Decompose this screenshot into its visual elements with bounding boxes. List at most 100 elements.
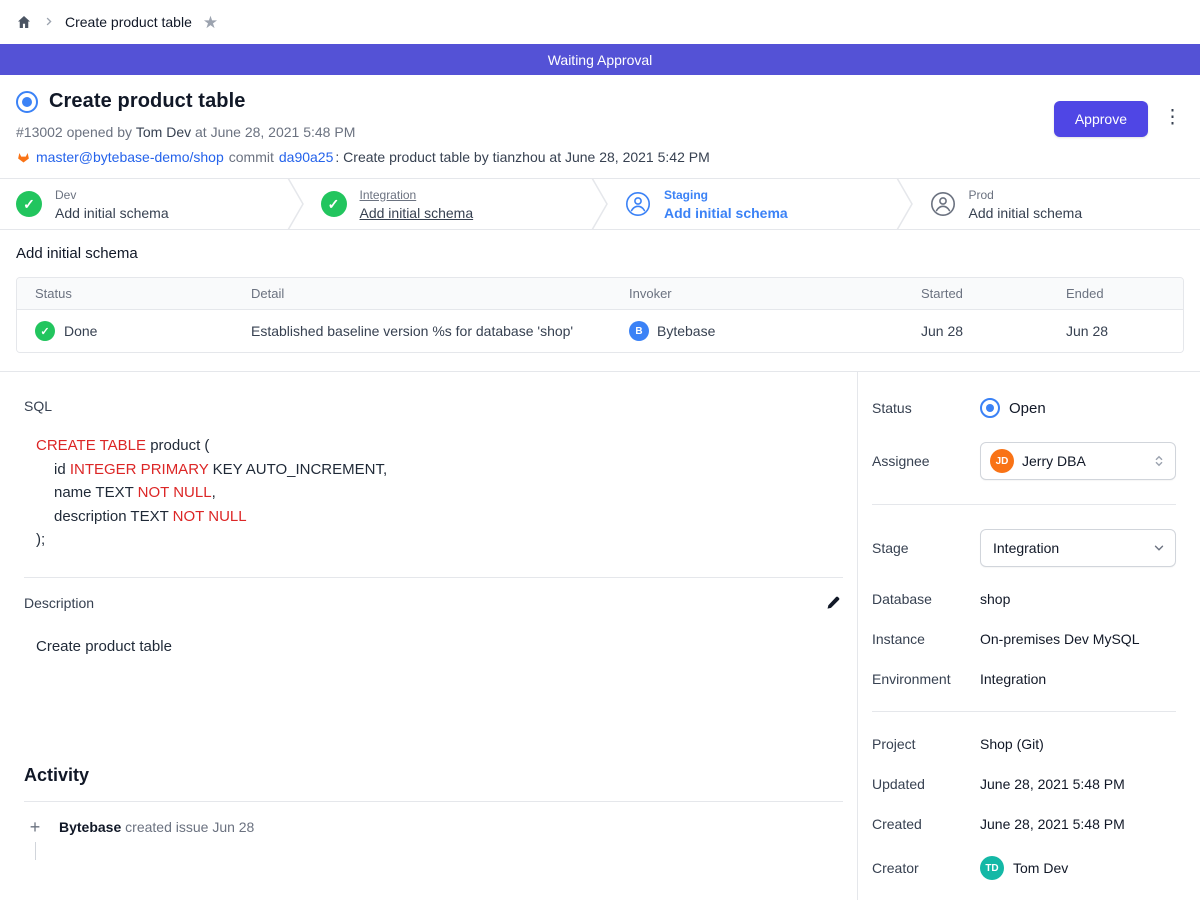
sql-text: KEY AUTO_INCREMENT,	[208, 461, 387, 478]
pipeline-stage-prod[interactable]: ProdAdd initial schema	[914, 179, 1200, 229]
sql-text: name TEXT	[54, 484, 138, 501]
issue-header-actions: Approve ⋮	[1054, 90, 1184, 165]
star-icon[interactable]: ★	[203, 14, 218, 31]
task-table-body: ✓ Done Established baseline version %s for…	[17, 310, 1183, 352]
sidebar-field-value: shop	[980, 591, 1010, 607]
sql-line: id INTEGER PRIMARY KEY AUTO_INCREMENT,	[36, 458, 843, 482]
activity-item: +Bytebase created issue Jun 28	[24, 817, 843, 860]
sql-text: description TEXT	[54, 508, 173, 525]
divider	[24, 801, 843, 802]
commit-word: commit	[229, 149, 274, 165]
sidebar-field-value: Shop (Git)	[980, 736, 1044, 752]
status-value: Open	[1009, 400, 1046, 417]
task-section-title: Add initial schema	[16, 245, 1184, 262]
stage-env-label: Integration	[360, 188, 474, 202]
issue-meta-suffix: at June 28, 2021 5:48 PM	[191, 124, 355, 140]
add-comment-icon[interactable]: +	[30, 817, 41, 837]
more-actions-icon[interactable]: ⋮	[1161, 101, 1184, 134]
sidebar-field-instance: InstanceOn-premises Dev MySQL	[872, 631, 1176, 647]
task-table-header: StatusDetailInvokerStartedEnded	[17, 278, 1183, 310]
sql-label: SQL	[24, 398, 843, 414]
sidebar-field-label: Database	[872, 591, 980, 607]
sql-keyword: CREATE TABLE	[36, 437, 146, 454]
stage-pending-icon	[930, 191, 956, 217]
stage-separator	[591, 179, 609, 229]
issue-header: Create product table #13002 opened by To…	[0, 75, 1200, 178]
activity-list: +Bytebase created issue Jun 28	[24, 817, 843, 860]
stage-task-label: Add initial schema	[55, 205, 169, 221]
sidebar: Status Open Assignee JD Jerry DBA	[858, 372, 1200, 900]
content-area: SQL CREATE TABLE product (id INTEGER PRI…	[0, 371, 1200, 900]
stage-label: Stage	[872, 540, 980, 556]
sql-line: CREATE TABLE product (	[36, 434, 843, 458]
assignee-select[interactable]: JD Jerry DBA	[980, 442, 1176, 480]
sidebar-field-project: ProjectShop (Git)	[872, 736, 1176, 752]
approval-banner: Waiting Approval	[0, 44, 1200, 75]
main-column: SQL CREATE TABLE product (id INTEGER PRI…	[0, 372, 858, 900]
task-section: Add initial schema StatusDetailInvokerSt…	[0, 230, 1200, 371]
sql-code: CREATE TABLE product (id INTEGER PRIMARY…	[24, 434, 843, 552]
commit-hash-link[interactable]: da90a25	[279, 149, 334, 165]
task-detail-cell: Established baseline version %s for data…	[233, 312, 611, 350]
stage-env-label: Dev	[55, 188, 169, 202]
stage-pending-icon	[625, 191, 651, 217]
sql-keyword: NOT NULL	[173, 508, 247, 525]
table-row[interactable]: ✓ Done Established baseline version %s for…	[17, 310, 1183, 352]
divider	[872, 711, 1176, 712]
stage-env-label: Staging	[664, 188, 788, 202]
sidebar-field-database: Databaseshop	[872, 591, 1176, 607]
task-started-cell: Jun 28	[903, 312, 1048, 350]
sql-line: description TEXT NOT NULL	[36, 505, 843, 529]
activity-heading: Activity	[24, 765, 843, 786]
sidebar-field-label: Updated	[872, 776, 980, 792]
table-header-started: Started	[903, 278, 1048, 309]
check-icon: ✓	[35, 321, 55, 341]
breadcrumb: Create product table ★	[0, 0, 1200, 44]
sidebar-field-value: Integration	[980, 671, 1046, 687]
sql-text: ,	[212, 484, 216, 501]
task-status-cell: ✓ Done	[17, 310, 233, 352]
edit-description-icon[interactable]	[823, 593, 843, 613]
issue-author: Tom Dev	[136, 124, 191, 140]
stage-separator	[896, 179, 914, 229]
pipeline-stage-integration[interactable]: ✓ Integration Add initial schema	[305, 179, 592, 229]
sql-keyword: INTEGER PRIMARY	[70, 461, 209, 478]
stage-task-label: Add initial schema	[360, 205, 474, 221]
task-status-text: Done	[64, 323, 97, 339]
stage-separator	[287, 179, 305, 229]
sidebar-field-value: June 28, 2021 5:48 PM	[980, 816, 1125, 832]
sidebar-field-label: Project	[872, 736, 980, 752]
creator-avatar: TD	[980, 856, 1004, 880]
sql-keyword: NOT NULL	[138, 484, 212, 501]
creator-value: Tom Dev	[1013, 860, 1068, 876]
table-header-invoker: Invoker	[611, 278, 903, 309]
issue-open-icon	[16, 91, 38, 113]
sidebar-meta: ProjectShop (Git) Updated June 28, 2021 5:…	[872, 736, 1176, 832]
status-open-icon	[980, 398, 1000, 418]
home-icon[interactable]	[16, 14, 32, 30]
pipeline-stage-dev[interactable]: ✓DevAdd initial schema	[0, 179, 287, 229]
divider	[872, 504, 1176, 505]
pipeline-stage-staging[interactable]: StagingAdd initial schema	[609, 179, 896, 229]
stage-env-label: Prod	[969, 188, 1083, 202]
status-label: Status	[872, 400, 980, 416]
select-updown-icon	[1152, 454, 1166, 468]
breadcrumb-current: Create product table	[65, 14, 192, 30]
stage-select[interactable]: Integration	[980, 529, 1176, 567]
approve-button[interactable]: Approve	[1054, 101, 1148, 137]
status-row: Status Open	[872, 398, 1176, 418]
task-invoker-cell: B Bytebase	[611, 310, 903, 352]
sql-text: );	[36, 531, 45, 548]
activity-text: created issue Jun 28	[121, 819, 254, 835]
page: Create product table ★ Waiting Approval …	[0, 0, 1200, 900]
sidebar-field-environment: EnvironmentIntegration	[872, 671, 1176, 687]
invoker-avatar: B	[629, 321, 649, 341]
stage-done-icon: ✓	[321, 191, 347, 217]
table-header-status: Status	[17, 278, 233, 309]
commit-branch-link[interactable]: master@bytebase-demo/shop	[36, 149, 224, 165]
issue-meta-prefix: #13002 opened by	[16, 124, 136, 140]
chevron-right-icon	[43, 15, 54, 30]
sidebar-field-value: On-premises Dev MySQL	[980, 631, 1139, 647]
issue-meta: #13002 opened by Tom Dev at June 28, 202…	[16, 124, 710, 140]
invoker-name: Bytebase	[657, 323, 715, 339]
